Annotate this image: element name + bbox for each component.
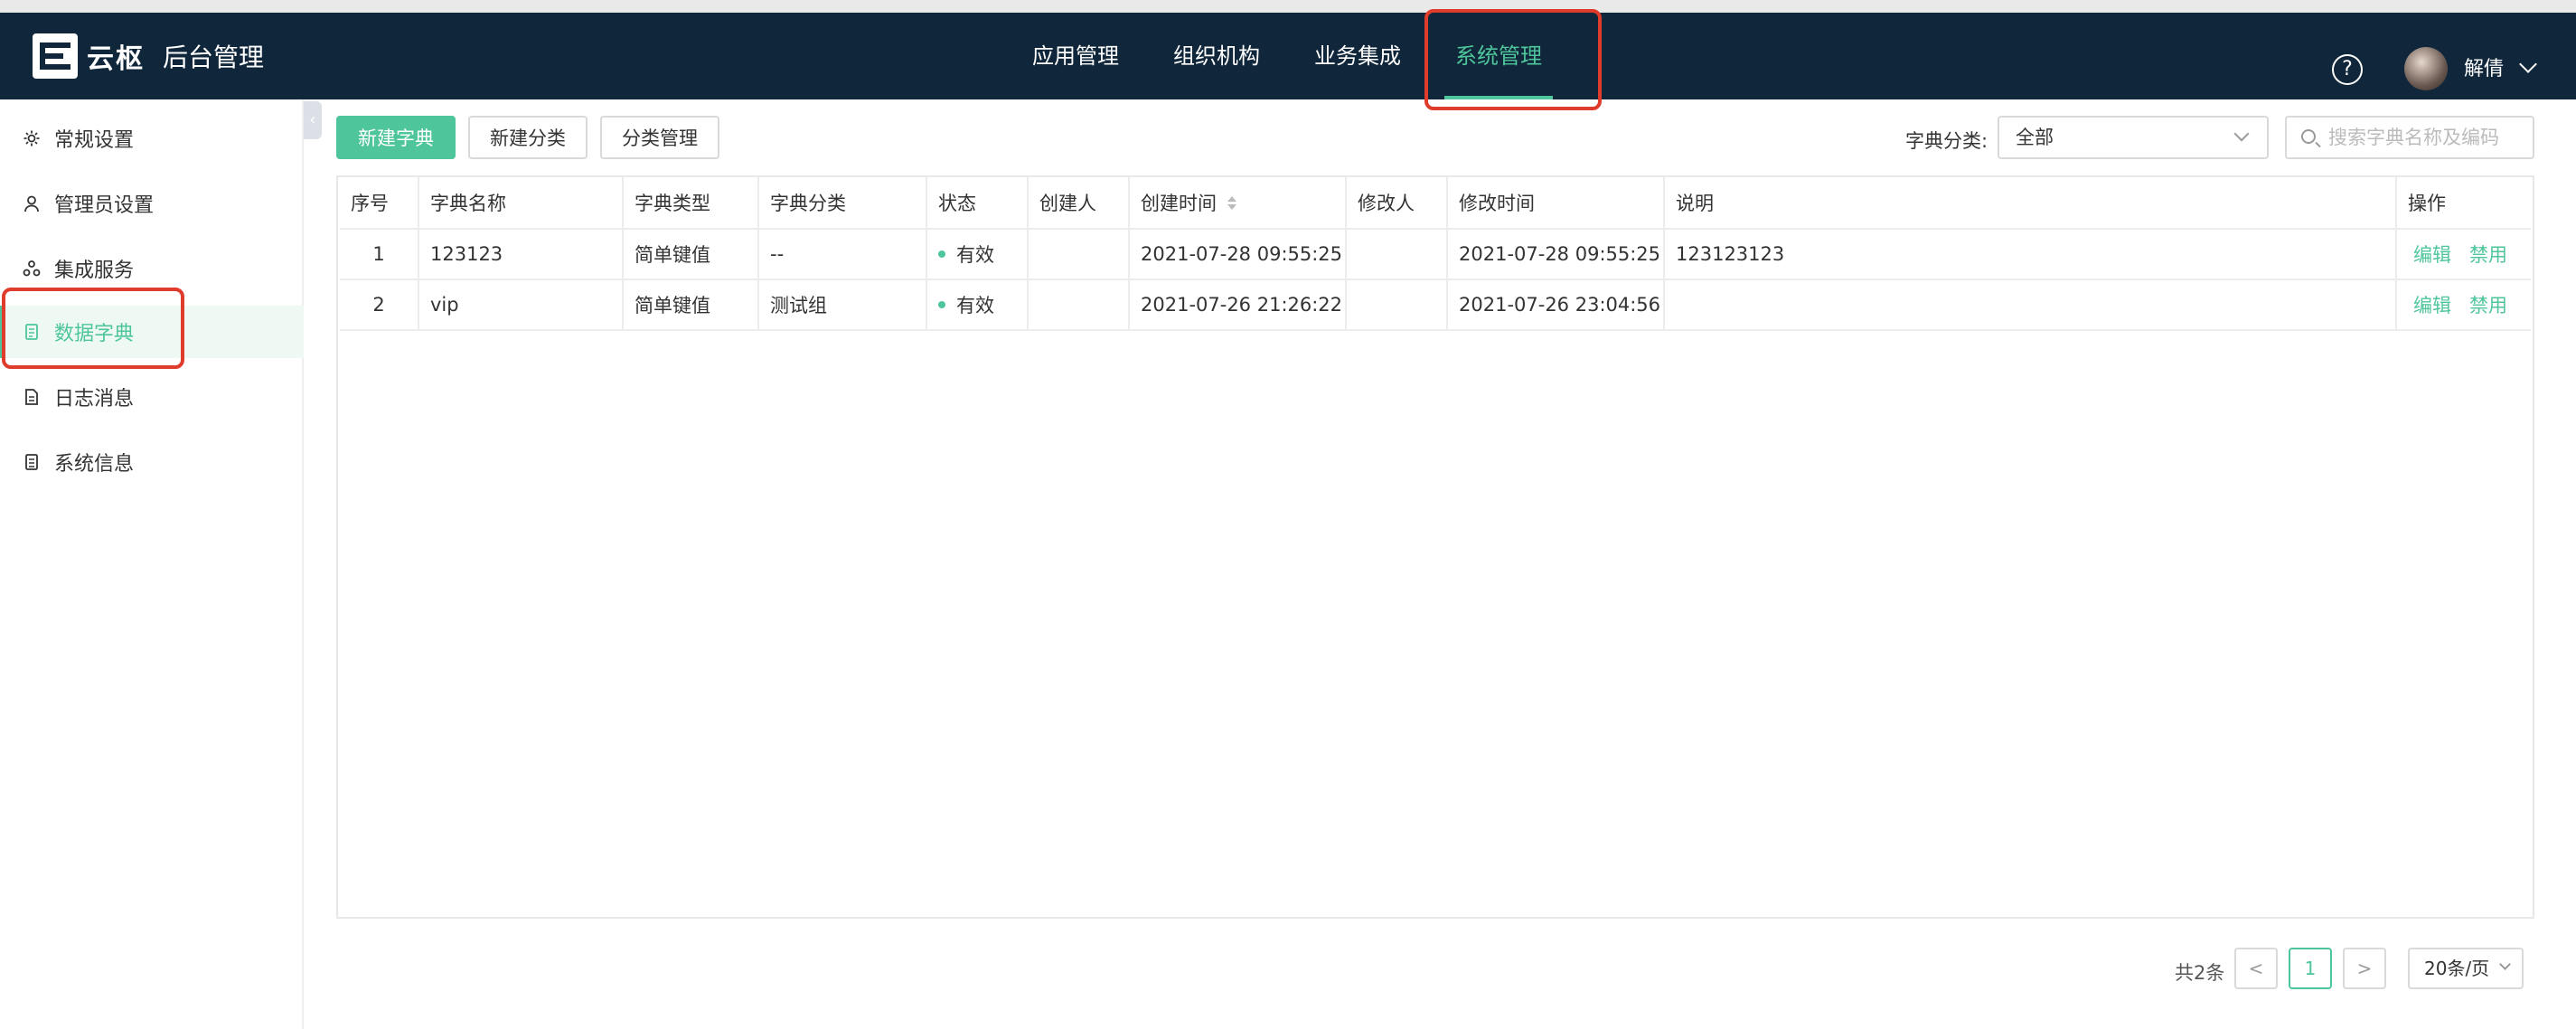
- column-header: 字典类型: [624, 177, 759, 228]
- sidebar-collapse-button[interactable]: ‹: [304, 101, 322, 139]
- sort-icon[interactable]: [1227, 195, 1236, 210]
- logo-text: 云枢: [87, 43, 145, 75]
- search-input[interactable]: 搜索字典名称及编码: [2285, 116, 2534, 159]
- sidebar-item-admin-settings[interactable]: 管理员设置: [0, 177, 304, 230]
- column-header: 创建人: [1029, 177, 1130, 228]
- edit-link[interactable]: 编辑: [2413, 291, 2451, 318]
- user-name[interactable]: 解倩: [2464, 52, 2504, 81]
- sidebar-item-general-settings[interactable]: 常规设置: [0, 112, 304, 165]
- column-header-label: 创建时间: [1141, 193, 1217, 214]
- page-1-button[interactable]: 1: [2289, 948, 2332, 989]
- search-icon: [2301, 129, 2316, 144]
- column-header: 序号: [340, 177, 419, 228]
- window-top-strip: [0, 0, 2576, 13]
- status-text: 有效: [956, 295, 994, 316]
- cell-creator: [1029, 280, 1130, 329]
- prev-page-button[interactable]: <: [2234, 948, 2278, 989]
- column-header: 字典名称: [419, 177, 624, 228]
- chevron-down-icon: [2233, 126, 2250, 142]
- info-doc-icon: [22, 452, 42, 472]
- sidebar-item-log-messages[interactable]: 日志消息: [0, 371, 304, 423]
- category-filter-select[interactable]: 全部: [1998, 116, 2269, 159]
- new-category-button[interactable]: 新建分类: [468, 116, 588, 159]
- column-header: 状态: [927, 177, 1029, 228]
- cell-category: --: [759, 230, 927, 278]
- cell-name: 123123: [419, 230, 624, 278]
- cell-index: 1: [340, 230, 419, 278]
- help-icon[interactable]: ?: [2332, 54, 2363, 85]
- table-row: 1 123123 简单键值 -- 有效 2021-07-28 09:55:25 …: [340, 230, 2531, 280]
- cell-modifier: [1347, 230, 1448, 278]
- cell-modified-time: 2021-07-26 23:04:56: [1448, 280, 1665, 329]
- cell-modifier: [1347, 280, 1448, 329]
- total-count: 共2条: [2175, 962, 2225, 984]
- sidebar-item-label: 日志消息: [54, 388, 135, 411]
- cell-type: 简单键值: [624, 280, 759, 329]
- cell-type: 简单键值: [624, 230, 759, 278]
- table-row: 2 vip 简单键值 测试组 有效 2021-07-26 21:26:22 20…: [340, 280, 2531, 331]
- nav-app-management[interactable]: 应用管理: [1005, 13, 1146, 99]
- disable-link[interactable]: 禁用: [2469, 241, 2507, 268]
- cell-status: 有效: [927, 230, 1029, 278]
- sidebar-item-label: 集成服务: [54, 260, 135, 282]
- next-page-button[interactable]: >: [2343, 948, 2386, 989]
- category-filter-value: 全部: [2016, 127, 2054, 148]
- user-icon: [22, 194, 42, 213]
- page-size-select[interactable]: 20条/页: [2408, 948, 2524, 989]
- avatar[interactable]: [2404, 47, 2448, 90]
- status-dot-icon: [938, 301, 945, 308]
- edit-link[interactable]: 编辑: [2413, 241, 2451, 268]
- column-header: 修改人: [1347, 177, 1448, 228]
- status-text: 有效: [956, 244, 994, 266]
- cell-description: [1665, 280, 2397, 329]
- sidebar-item-label: 系统信息: [54, 453, 135, 476]
- sidebar-item-label: 常规设置: [54, 129, 135, 152]
- disable-link[interactable]: 禁用: [2469, 291, 2507, 318]
- app-title: 后台管理: [163, 42, 265, 72]
- cluster-icon: [22, 259, 42, 278]
- column-header: 说明: [1665, 177, 2397, 228]
- nav-business-integration[interactable]: 业务集成: [1287, 13, 1428, 99]
- cell-creator: [1029, 230, 1130, 278]
- page-size-value: 20条/页: [2424, 958, 2490, 979]
- logo: 云枢: [33, 33, 145, 80]
- new-dictionary-button[interactable]: 新建字典: [336, 116, 456, 159]
- cell-created-time: 2021-07-26 21:26:22: [1130, 280, 1347, 329]
- column-header: 修改时间: [1448, 177, 1665, 228]
- sidebar-item-label: 管理员设置: [54, 194, 155, 217]
- highlight-box-nav: [1424, 9, 1602, 110]
- cell-category: 测试组: [759, 280, 927, 329]
- manage-category-button[interactable]: 分类管理: [600, 116, 719, 159]
- category-filter-label: 字典分类:: [1905, 130, 1988, 152]
- table-header-row: 序号 字典名称 字典类型 字典分类 状态 创建人 创建时间 修改人 修改时间 说…: [340, 177, 2531, 230]
- cell-actions: 编辑 禁用: [2397, 280, 2531, 329]
- cell-modified-time: 2021-07-28 09:55:25: [1448, 230, 1665, 278]
- nav-organization[interactable]: 组织机构: [1146, 13, 1287, 99]
- column-header: 字典分类: [759, 177, 927, 228]
- cell-description: 123123123: [1665, 230, 2397, 278]
- column-header: 操作: [2408, 193, 2446, 214]
- column-header-sortable[interactable]: 创建时间: [1130, 177, 1347, 228]
- log-icon: [22, 387, 42, 407]
- cell-name: vip: [419, 280, 624, 329]
- cell-created-time: 2021-07-28 09:55:25: [1130, 230, 1347, 278]
- cell-status: 有效: [927, 280, 1029, 329]
- chevron-down-icon[interactable]: [2519, 55, 2537, 73]
- status-dot-icon: [938, 250, 945, 258]
- cell-index: 2: [340, 280, 419, 329]
- sidebar-item-system-info[interactable]: 系统信息: [0, 436, 304, 488]
- top-header: 云枢 后台管理 应用管理 组织机构 业务集成 系统管理 ? 解倩: [0, 13, 2576, 99]
- gear-icon: [22, 128, 42, 148]
- highlight-box-sidebar: [2, 288, 184, 369]
- cell-actions: 编辑 禁用: [2397, 230, 2531, 278]
- logo-mark-icon: [33, 33, 78, 79]
- chevron-down-icon: [2499, 958, 2511, 970]
- sidebar: 常规设置 管理员设置 集成服务 数据字典 日志消息 系统信息: [0, 99, 304, 1029]
- search-placeholder: 搜索字典名称及编码: [2328, 127, 2499, 148]
